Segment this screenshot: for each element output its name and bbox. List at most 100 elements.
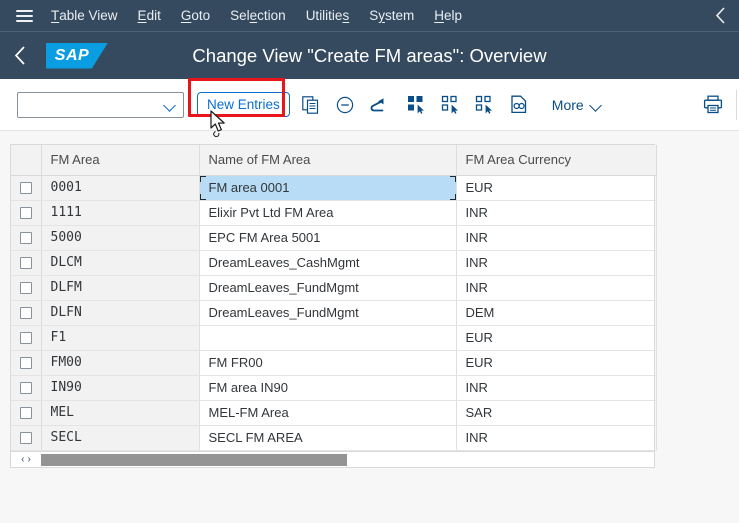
printer-icon[interactable] — [696, 85, 730, 125]
row-checkbox[interactable] — [19, 256, 32, 269]
hamburger-menu-icon[interactable] — [7, 0, 41, 31]
table-row[interactable]: MEL MEL-FM Area SAR — [11, 400, 657, 426]
row-checkbox-cell[interactable] — [11, 400, 42, 426]
scroll-left-arrow-icon[interactable]: ‹ — [21, 454, 24, 465]
row-checkbox[interactable] — [19, 356, 32, 369]
horizontal-scrollbar[interactable]: ‹ › — [10, 452, 655, 468]
row-checkbox-cell[interactable] — [11, 200, 42, 226]
page-title: Change View "Create FM areas": Overview — [192, 45, 547, 66]
cell-fm-area[interactable]: DLFM — [41, 275, 200, 301]
cell-fm-area-currency[interactable]: INR — [456, 275, 657, 301]
scrollbar-thumb[interactable] — [41, 453, 347, 466]
menu-item-goto[interactable]: Goto — [171, 0, 220, 31]
cell-name-of-fm-area[interactable]: MEL-FM Area — [199, 400, 457, 426]
cell-fm-area-currency[interactable]: INR — [456, 425, 657, 451]
row-checkbox-cell[interactable] — [11, 375, 42, 401]
row-checkbox-cell[interactable] — [11, 325, 42, 351]
new-entries-button[interactable]: New Entries — [197, 92, 290, 117]
row-checkbox[interactable] — [19, 206, 32, 219]
cell-fm-area[interactable]: FM00 — [41, 350, 200, 376]
row-checkbox[interactable] — [19, 231, 32, 244]
table-row[interactable]: FM00 FM FR00 EUR — [11, 350, 657, 376]
copy-as-icon[interactable] — [294, 85, 328, 125]
table-row[interactable]: DLFM DreamLeaves_FundMgmt INR — [11, 275, 657, 301]
undo-arrow-icon[interactable] — [362, 85, 396, 125]
cell-fm-area[interactable]: 0001 — [41, 175, 200, 201]
row-checkbox-cell[interactable] — [11, 175, 42, 201]
menu-item-selection[interactable]: Sel e ction — [220, 0, 296, 31]
cell-name-of-fm-area[interactable]: SECL FM AREA — [199, 425, 457, 451]
column-header-fm-area[interactable]: FM Area — [41, 145, 200, 176]
scroll-right-arrow-icon[interactable]: › — [28, 454, 31, 465]
select-block-icon[interactable] — [468, 85, 502, 125]
row-checkbox-cell[interactable] — [11, 250, 42, 276]
row-checkbox[interactable] — [19, 281, 32, 294]
select-all-icon[interactable] — [400, 85, 434, 125]
table-row[interactable]: DLFN DreamLeaves_FundMgmt DEM — [11, 300, 657, 326]
display-variant-icon[interactable] — [502, 85, 536, 125]
menu-collapse-icon[interactable] — [707, 0, 733, 31]
menu-item-utilities[interactable]: Utilitie s — [296, 0, 360, 31]
cell-fm-area-currency[interactable]: SAR — [456, 400, 657, 426]
table-row[interactable]: 5000 EPC FM Area 5001 INR — [11, 225, 657, 251]
fm-areas-table: FM Area Name of FM Area FM Area Currency… — [10, 144, 657, 452]
scrollbar-track[interactable] — [41, 452, 654, 467]
deselect-all-icon[interactable] — [434, 85, 468, 125]
variant-select[interactable] — [17, 91, 184, 118]
cell-fm-area[interactable]: MEL — [41, 400, 200, 426]
row-checkbox[interactable] — [19, 406, 32, 419]
back-button[interactable] — [0, 32, 40, 80]
cell-fm-area-currency[interactable]: INR — [456, 225, 657, 251]
cell-name-of-fm-area[interactable]: DreamLeaves_FundMgmt — [199, 275, 457, 301]
cell-fm-area-currency[interactable]: INR — [456, 250, 657, 276]
menu-item-system[interactable]: Sy stem — [359, 0, 424, 31]
cell-fm-area[interactable]: F1 — [41, 325, 200, 351]
cell-fm-area[interactable]: 1111 — [41, 200, 200, 226]
column-header-name-of-fm-area[interactable]: Name of FM Area — [199, 145, 457, 176]
cell-name-of-fm-area[interactable]: Elixir Pvt Ltd FM Area — [199, 200, 457, 226]
row-checkbox[interactable] — [19, 306, 32, 319]
cell-fm-area-currency[interactable]: INR — [456, 375, 657, 401]
cell-name-of-fm-area[interactable] — [199, 325, 457, 351]
row-checkbox-cell[interactable] — [11, 350, 42, 376]
cell-fm-area[interactable]: 5000 — [41, 225, 200, 251]
row-checkbox[interactable] — [19, 431, 32, 444]
table-row[interactable]: 1111 Elixir Pvt Ltd FM Area INR — [11, 200, 657, 226]
cell-name-of-fm-area[interactable]: FM area 0001 — [199, 175, 457, 201]
cell-fm-area-currency[interactable]: INR — [456, 200, 657, 226]
cell-name-of-fm-area[interactable]: FM area IN90 — [199, 375, 457, 401]
minus-circle-icon[interactable] — [328, 85, 362, 125]
menu-item-table-view[interactable]: Table View — [41, 0, 128, 31]
table-row[interactable]: DLCM DreamLeaves_CashMgmt INR — [11, 250, 657, 276]
cell-name-of-fm-area[interactable]: EPC FM Area 5001 — [199, 225, 457, 251]
select-all-column-header[interactable] — [11, 145, 42, 176]
menu-item-edit[interactable]: Edit — [128, 0, 171, 31]
table-row[interactable]: F1 EUR — [11, 325, 657, 351]
more-button[interactable]: More — [546, 90, 608, 120]
row-checkbox[interactable] — [19, 331, 32, 344]
table-row[interactable]: SECL SECL FM AREA INR — [11, 425, 657, 451]
cell-name-of-fm-area[interactable]: DreamLeaves_CashMgmt — [199, 250, 457, 276]
row-checkbox-cell[interactable] — [11, 425, 42, 451]
row-checkbox-cell[interactable] — [11, 225, 42, 251]
row-checkbox-cell[interactable] — [11, 300, 42, 326]
row-checkbox-cell[interactable] — [11, 275, 42, 301]
cell-name-of-fm-area[interactable]: DreamLeaves_FundMgmt — [199, 300, 457, 326]
cell-name-of-fm-area[interactable]: FM FR00 — [199, 350, 457, 376]
column-header-fm-area-currency[interactable]: FM Area Currency — [456, 145, 657, 176]
cell-fm-area-currency[interactable]: EUR — [456, 325, 657, 351]
cell-fm-area-currency[interactable]: EUR — [456, 350, 657, 376]
cell-fm-area[interactable]: IN90 — [41, 375, 200, 401]
scroll-arrows[interactable]: ‹ › — [11, 454, 41, 465]
cell-fm-area-currency[interactable]: EUR — [456, 175, 657, 201]
table-row[interactable]: IN90 FM area IN90 INR — [11, 375, 657, 401]
row-checkbox[interactable] — [19, 381, 32, 394]
sap-logo[interactable]: SAP — [46, 42, 108, 69]
cell-fm-area[interactable]: SECL — [41, 425, 200, 451]
cell-fm-area[interactable]: DLCM — [41, 250, 200, 276]
cell-fm-area-currency[interactable]: DEM — [456, 300, 657, 326]
row-checkbox[interactable] — [19, 181, 32, 194]
menu-item-help[interactable]: Help — [424, 0, 472, 31]
cell-fm-area[interactable]: DLFN — [41, 300, 200, 326]
table-row[interactable]: 0001 FM area 0001 EUR — [11, 175, 657, 201]
